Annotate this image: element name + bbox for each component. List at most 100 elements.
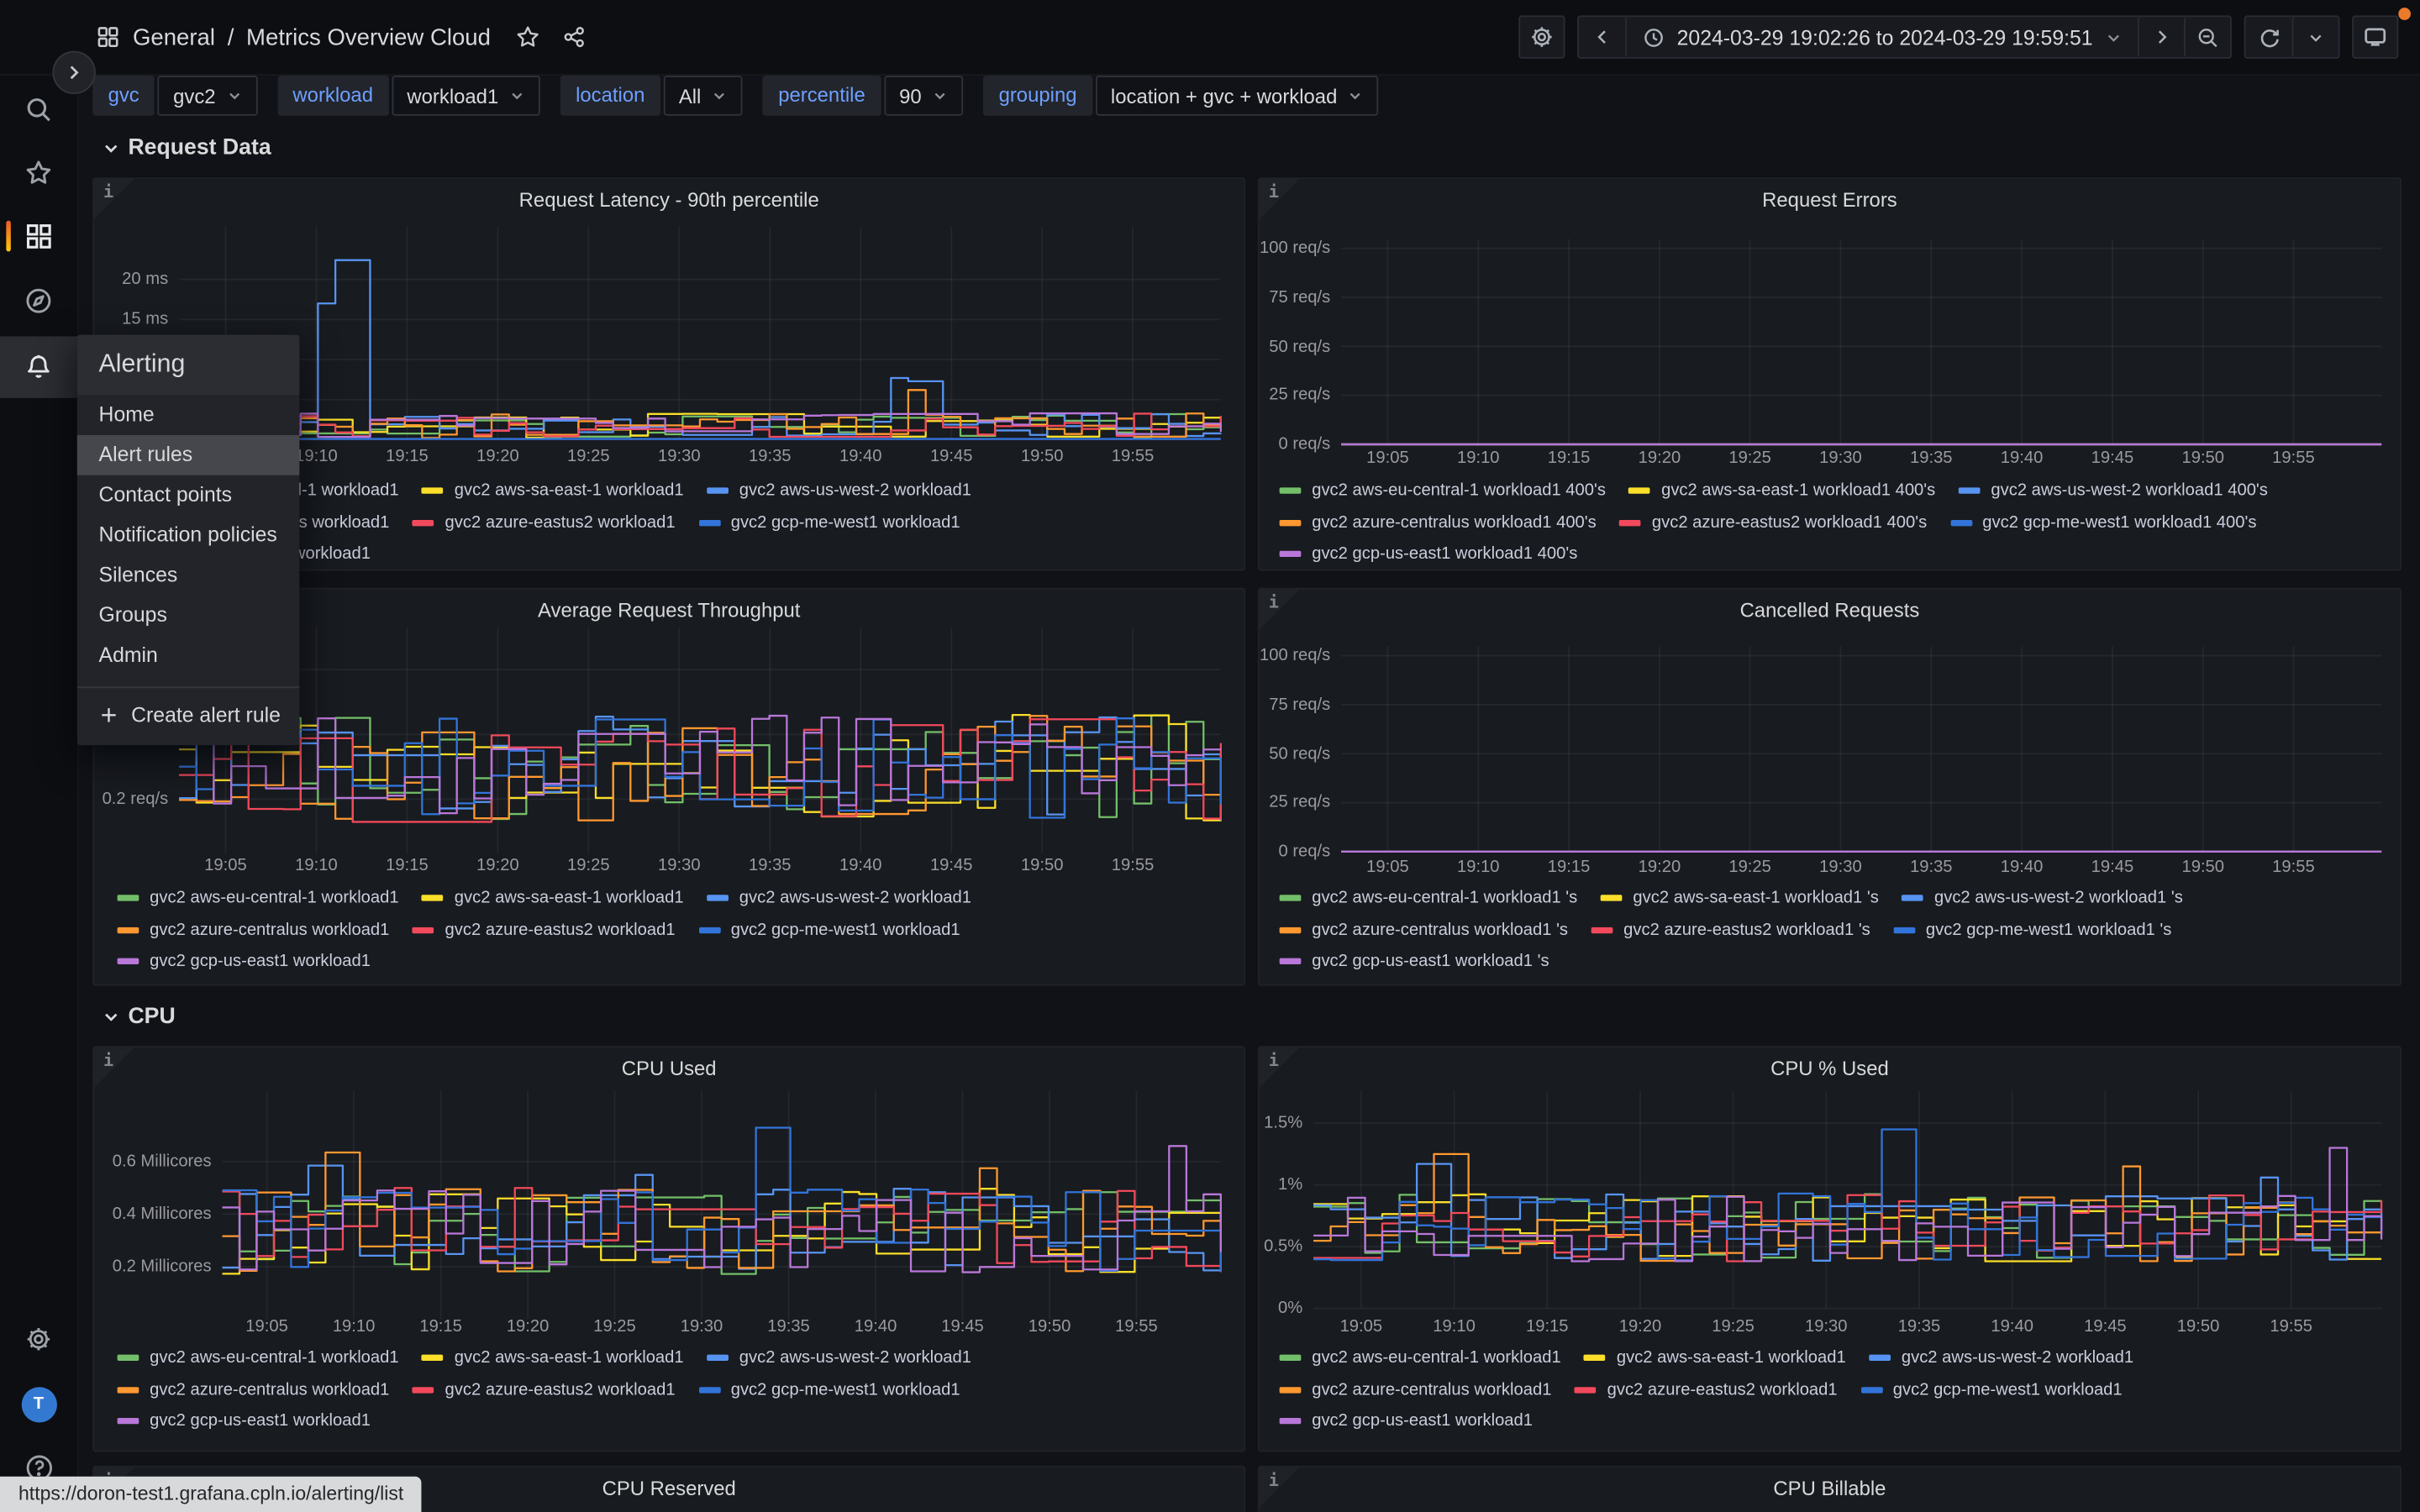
variable-grouping: groupinglocation + gvc + workload xyxy=(983,76,1379,116)
legend-item[interactable]: gvc2 azure-eastus2 workload1 's xyxy=(1591,921,1870,939)
menu-item-groups[interactable]: Groups xyxy=(77,596,299,636)
zoom-out-button[interactable] xyxy=(2184,17,2230,57)
refresh-interval-dropdown[interactable] xyxy=(2292,17,2338,57)
legend-swatch xyxy=(698,520,720,526)
legend-item[interactable]: gvc2 azure-eastus2 workload1 400's xyxy=(1619,513,1927,532)
legend-item[interactable]: gvc2 azure-eastus2 workload1 xyxy=(413,921,676,939)
menu-item-silences[interactable]: Silences xyxy=(77,555,299,596)
legend-item[interactable]: gvc2 azure-eastus2 workload1 xyxy=(1575,1380,1838,1399)
legend-swatch xyxy=(1619,520,1641,526)
panel-title[interactable]: CPU Billable xyxy=(1306,1477,2354,1500)
legend-item[interactable]: gvc2 aws-sa-east-1 workload1 xyxy=(1584,1349,1845,1368)
kiosk-mode-button[interactable] xyxy=(2352,15,2398,58)
legend-item[interactable]: gvc2 azure-centralus workload1 xyxy=(118,921,390,939)
time-shift-forward-button[interactable] xyxy=(2138,17,2184,57)
x-tick-label: 19:35 xyxy=(733,856,807,874)
legend-item[interactable]: gvc2 gcp-me-west1 workload1 400's xyxy=(1950,513,2257,532)
variable-label[interactable]: location xyxy=(560,76,660,116)
legend-item[interactable]: gvc2 gcp-us-east1 workload1 xyxy=(1280,1412,1533,1431)
legend-item[interactable]: gvc2 aws-sa-east-1 workload1 xyxy=(422,889,683,907)
panel-cpu-billable: i CPU Billable xyxy=(1258,1466,2402,1512)
x-tick-label: 19:55 xyxy=(2254,1318,2328,1336)
variable-label[interactable]: workload xyxy=(277,76,388,116)
variable-value-dropdown[interactable]: location + gvc + workload xyxy=(1096,76,1379,116)
variable-label[interactable]: percentile xyxy=(763,76,881,116)
legend-item[interactable]: gvc2 aws-eu-central-1 workload1 xyxy=(118,889,399,907)
section-cpu[interactable]: CPU xyxy=(102,1005,175,1029)
sidebar-expand-button[interactable] xyxy=(52,51,95,94)
legend-item[interactable]: gvc2 aws-eu-central-1 workload1 400's xyxy=(1280,482,1606,501)
menu-item-alert-rules[interactable]: Alert rules xyxy=(77,435,299,475)
x-tick-label: 19:55 xyxy=(2256,449,2330,467)
legend-item[interactable]: gvc2 azure-eastus2 workload1 xyxy=(413,513,676,532)
menu-item-notification-policies[interactable]: Notification policies xyxy=(77,515,299,555)
menu-item-admin[interactable]: Admin xyxy=(77,636,299,676)
legend-swatch xyxy=(698,927,720,932)
favorite-star-icon[interactable] xyxy=(515,24,539,49)
dashboard-settings-button[interactable] xyxy=(1518,15,1564,58)
time-range-picker[interactable]: 2024-03-29 19:02:26 to 2024-03-29 19:59:… xyxy=(1624,17,2138,57)
legend-item[interactable]: gvc2 aws-eu-central-1 workload1 xyxy=(1280,1349,1561,1368)
x-tick-label: 19:50 xyxy=(1013,1318,1086,1336)
legend-item[interactable]: gvc2 azure-eastus2 workload1 xyxy=(413,1380,676,1399)
variable-label[interactable]: grouping xyxy=(983,76,1092,116)
legend-item[interactable]: gvc2 aws-us-west-2 workload1 's xyxy=(1902,889,2182,907)
legend-item[interactable]: gvc2 gcp-us-east1 workload1 400's xyxy=(1280,545,1578,564)
breadcrumb-section[interactable]: General xyxy=(133,24,215,50)
menu-item-contact-points[interactable]: Contact points xyxy=(77,475,299,516)
variable-value-dropdown[interactable]: workload1 xyxy=(392,76,540,116)
legend-item[interactable]: gvc2 gcp-us-east1 workload1 xyxy=(118,953,371,971)
x-tick-label: 19:15 xyxy=(1532,449,1606,467)
y-tick-label: 75 req/s xyxy=(1219,696,1330,714)
variable-value-dropdown[interactable]: All xyxy=(663,76,743,116)
legend-item[interactable]: gvc2 gcp-me-west1 workload1 xyxy=(1860,1380,2122,1399)
legend-label: gvc2 aws-sa-east-1 workload1 400's xyxy=(1661,482,1935,501)
sidebar-item-dashboards[interactable] xyxy=(0,205,77,266)
x-tick-label: 19:05 xyxy=(230,1318,304,1336)
legend-item[interactable]: gvc2 aws-us-west-2 workload1 xyxy=(707,889,971,907)
legend-item[interactable]: gvc2 aws-us-west-2 workload1 xyxy=(707,1349,971,1368)
legend-item[interactable]: gvc2 aws-eu-central-1 workload1 's xyxy=(1280,889,1578,907)
legend-item[interactable]: gvc2 aws-sa-east-1 workload1 400's xyxy=(1629,482,1936,501)
variable-label[interactable]: gvc xyxy=(92,76,155,116)
legend-item[interactable]: gvc2 aws-sa-east-1 workload1 's xyxy=(1601,889,1879,907)
legend-label: gvc2 aws-sa-east-1 workload1 xyxy=(1617,1349,1846,1368)
menu-item-home[interactable]: Home xyxy=(77,395,299,435)
legend-item[interactable]: gvc2 azure-centralus workload1 's xyxy=(1280,921,1568,939)
x-tick-label: 19:50 xyxy=(2161,1318,2235,1336)
x-tick-label: 19:10 xyxy=(317,1318,391,1336)
legend-item[interactable]: gvc2 aws-sa-east-1 workload1 xyxy=(422,482,683,501)
x-tick-label: 19:40 xyxy=(839,1318,913,1336)
x-tick-label: 19:50 xyxy=(2166,449,2240,467)
legend-item[interactable]: gvc2 azure-centralus workload1 xyxy=(118,1380,390,1399)
legend-item[interactable]: gvc2 gcp-us-east1 workload1 's xyxy=(1280,953,1549,971)
panel-info-corner[interactable]: i xyxy=(1260,1467,1300,1508)
legend-item[interactable]: gvc2 aws-eu-central-1 workload1 xyxy=(118,1349,399,1368)
share-icon[interactable] xyxy=(561,24,586,49)
x-tick-label: 19:35 xyxy=(751,1318,825,1336)
legend-item[interactable]: gvc2 azure-centralus workload1 xyxy=(1280,1380,1552,1399)
legend-item[interactable]: gvc2 gcp-me-west1 workload1 xyxy=(698,921,960,939)
x-tick-label: 19:20 xyxy=(460,448,534,466)
menu-item-create-alert-rule[interactable]: Create alert rule xyxy=(77,688,299,740)
sidebar-user-avatar[interactable]: T xyxy=(0,1373,77,1435)
legend-item[interactable]: gvc2 aws-us-west-2 workload1 400's xyxy=(1959,482,2268,501)
refresh-button[interactable] xyxy=(2245,17,2291,57)
legend-item[interactable]: gvc2 azure-centralus workload1 400's xyxy=(1280,513,1597,532)
sidebar-item-starred[interactable] xyxy=(0,142,77,203)
sidebar-item-explore[interactable] xyxy=(0,270,77,331)
legend-item[interactable]: gvc2 gcp-me-west1 workload1 xyxy=(698,513,960,532)
time-shift-back-button[interactable] xyxy=(1578,17,1624,57)
legend-item[interactable]: gvc2 gcp-me-west1 workload1 's xyxy=(1893,921,2171,939)
legend-item[interactable]: gvc2 aws-sa-east-1 workload1 xyxy=(422,1349,683,1368)
variable-value-dropdown[interactable]: gvc2 xyxy=(158,76,257,116)
legend-item[interactable]: gvc2 aws-us-west-2 workload1 xyxy=(1869,1349,2133,1368)
legend-item[interactable]: gvc2 gcp-us-east1 workload1 xyxy=(118,1412,371,1431)
variable-value-dropdown[interactable]: 90 xyxy=(884,76,964,116)
section-request-data[interactable]: Request Data xyxy=(102,136,271,160)
legend-item[interactable]: gvc2 aws-us-west-2 workload1 xyxy=(707,482,971,501)
sidebar-item-configuration[interactable] xyxy=(0,1309,77,1370)
legend-item[interactable]: gvc2 gcp-me-west1 workload1 xyxy=(698,1380,960,1399)
sidebar-item-alerting[interactable] xyxy=(0,336,77,397)
x-tick-label: 19:15 xyxy=(370,856,444,874)
